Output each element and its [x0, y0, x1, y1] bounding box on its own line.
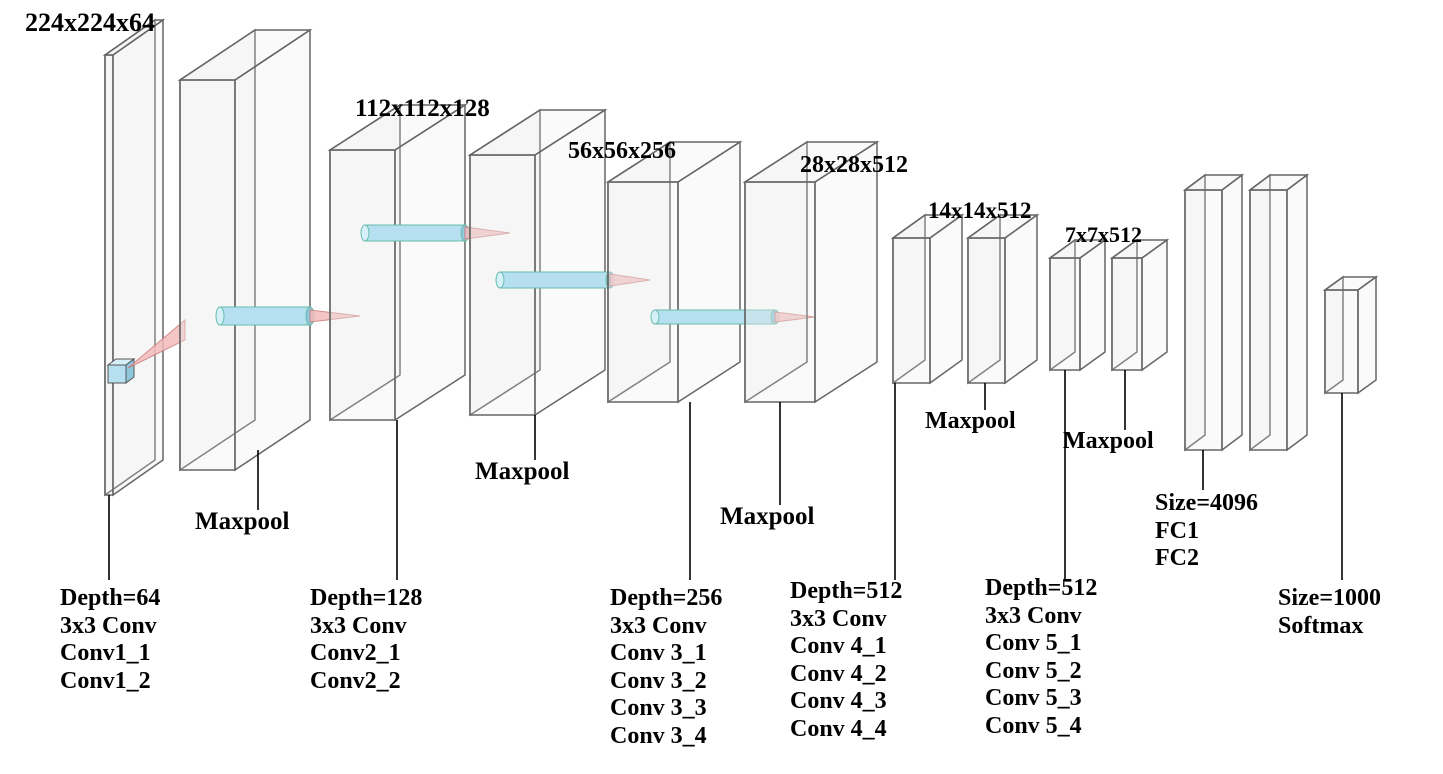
block3-slab2 — [745, 142, 877, 402]
block1-slab1 — [105, 20, 163, 495]
dim-block3: 56x56x256 — [568, 138, 676, 166]
block2-slab1 — [330, 105, 465, 420]
block4-slab1 — [893, 215, 962, 383]
fc-desc: Size=4096 FC1 FC2 — [1155, 490, 1258, 573]
block3-slab1 — [608, 142, 740, 402]
dim-block6: 7x7x512 — [1065, 222, 1142, 247]
softmax — [1325, 277, 1376, 393]
dim-block4: 28x28x512 — [800, 152, 908, 180]
block5-slab1 — [1050, 240, 1105, 370]
dim-block2: 112x112x128 — [355, 95, 490, 124]
cylinder1 — [216, 307, 314, 325]
cylinder2 — [361, 225, 469, 241]
block4-desc: Depth=512 3x3 Conv Conv 4_1 Conv 4_2 Con… — [790, 578, 902, 744]
maxpool3: Maxpool — [720, 503, 814, 532]
maxpool1: Maxpool — [195, 508, 289, 537]
softmax-desc: Size=1000 Softmax — [1278, 585, 1381, 640]
maxpool4: Maxpool — [925, 408, 1016, 436]
maxpool5: Maxpool — [1063, 428, 1154, 456]
cylinder3 — [496, 272, 614, 288]
dim-block1: 224x224x64 — [25, 8, 155, 38]
block5-desc: Depth=512 3x3 Conv Conv 5_1 Conv 5_2 Con… — [985, 575, 1097, 741]
fc2 — [1250, 175, 1307, 450]
fc1 — [1185, 175, 1242, 450]
maxpool2: Maxpool — [475, 458, 569, 487]
dim-block5: 14x14x512 — [928, 198, 1032, 224]
block1-desc: Depth=64 3x3 Conv Conv1_1 Conv1_2 — [60, 585, 160, 695]
block2-desc: Depth=128 3x3 Conv Conv2_1 Conv2_2 — [310, 585, 422, 695]
block5-slab2 — [1112, 240, 1167, 370]
block1-slab2 — [180, 30, 310, 470]
block3-desc: Depth=256 3x3 Conv Conv 3_1 Conv 3_2 Con… — [610, 585, 722, 751]
block4-slab2 — [968, 215, 1037, 383]
